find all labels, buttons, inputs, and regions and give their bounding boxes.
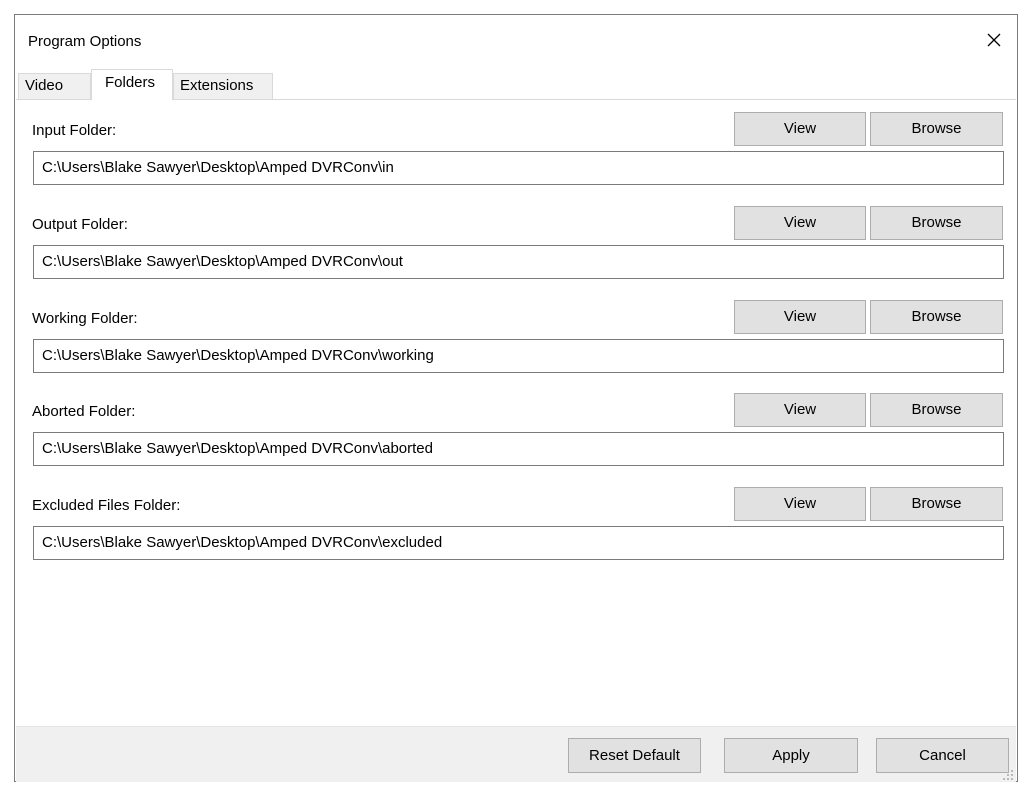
aborted-folder-group: Aborted Folder: View Browse C:\Users\Bla… xyxy=(16,381,1016,466)
output-folder-path-field[interactable]: C:\Users\Blake Sawyer\Desktop\Amped DVRC… xyxy=(33,245,1004,279)
working-folder-label: Working Folder: xyxy=(32,310,138,327)
aborted-folder-browse-button[interactable]: Browse xyxy=(870,393,1003,427)
working-folder-browse-button[interactable]: Browse xyxy=(870,300,1003,334)
aborted-folder-label: Aborted Folder: xyxy=(32,403,136,420)
working-folder-path-field[interactable]: C:\Users\Blake Sawyer\Desktop\Amped DVRC… xyxy=(33,339,1004,373)
reset-default-button[interactable]: Reset Default xyxy=(568,738,701,773)
close-button[interactable] xyxy=(971,15,1017,69)
tab-folders[interactable]: Folders xyxy=(91,69,173,100)
resize-grip-icon[interactable] xyxy=(1002,768,1014,780)
title-bar: Program Options xyxy=(15,15,1017,69)
excluded-files-folder-view-button[interactable]: View xyxy=(734,487,866,521)
output-folder-group: Output Folder: View Browse C:\Users\Blak… xyxy=(16,194,1016,279)
close-icon xyxy=(986,32,1002,52)
input-folder-browse-button[interactable]: Browse xyxy=(870,112,1003,146)
folders-tab-panel: Input Folder: View Browse C:\Users\Blake… xyxy=(16,99,1016,727)
excluded-files-folder-path-field[interactable]: C:\Users\Blake Sawyer\Desktop\Amped DVRC… xyxy=(33,526,1004,560)
input-folder-label: Input Folder: xyxy=(32,122,117,139)
aborted-folder-view-button[interactable]: View xyxy=(734,393,866,427)
window-title: Program Options xyxy=(28,33,142,50)
excluded-files-folder-browse-button[interactable]: Browse xyxy=(870,487,1003,521)
tab-extensions[interactable]: Extensions xyxy=(173,73,273,99)
output-folder-browse-button[interactable]: Browse xyxy=(870,206,1003,240)
output-folder-view-button[interactable]: View xyxy=(734,206,866,240)
apply-button[interactable]: Apply xyxy=(724,738,858,773)
input-folder-group: Input Folder: View Browse C:\Users\Blake… xyxy=(16,100,1016,185)
working-folder-group: Working Folder: View Browse C:\Users\Bla… xyxy=(16,288,1016,373)
excluded-files-folder-group: Excluded Files Folder: View Browse C:\Us… xyxy=(16,475,1016,560)
cancel-button[interactable]: Cancel xyxy=(876,738,1009,773)
working-folder-view-button[interactable]: View xyxy=(734,300,866,334)
aborted-folder-path-field[interactable]: C:\Users\Blake Sawyer\Desktop\Amped DVRC… xyxy=(33,432,1004,466)
input-folder-view-button[interactable]: View xyxy=(734,112,866,146)
dialog-footer: Reset Default Apply Cancel xyxy=(16,726,1016,782)
excluded-files-folder-label: Excluded Files Folder: xyxy=(32,497,181,514)
output-folder-label: Output Folder: xyxy=(32,216,128,233)
tab-strip: Video Folders Extensions xyxy=(16,69,1016,100)
program-options-dialog: Program Options Video Folders Extensions… xyxy=(14,14,1018,782)
input-folder-path-field[interactable]: C:\Users\Blake Sawyer\Desktop\Amped DVRC… xyxy=(33,151,1004,185)
tab-video[interactable]: Video xyxy=(18,73,91,99)
